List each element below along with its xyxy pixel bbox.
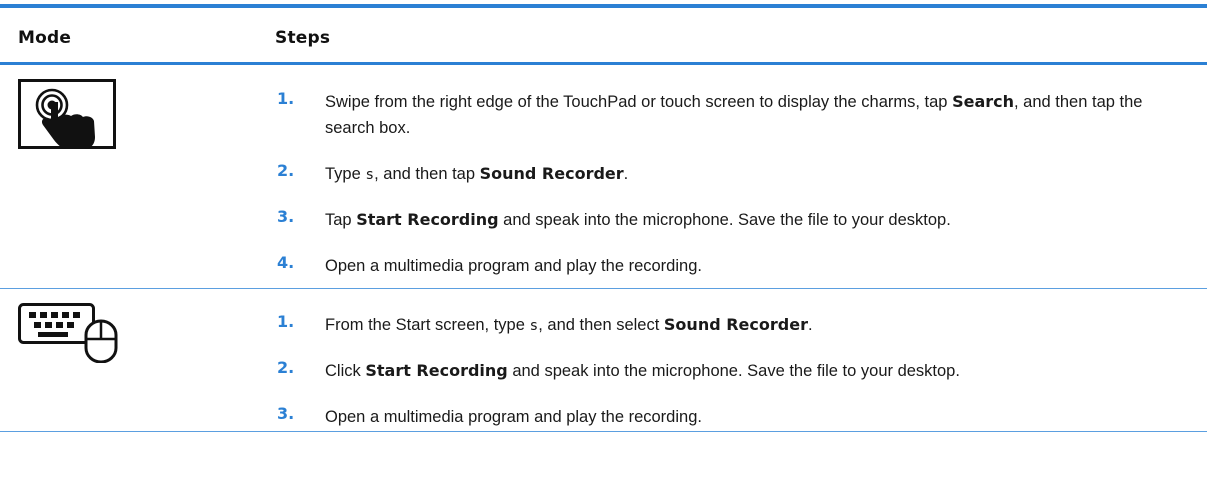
step-number: 3. — [277, 404, 295, 423]
step-item: 4. Open a multimedia program and play th… — [277, 253, 1177, 279]
step-text-part: . — [807, 316, 813, 334]
step-text: Click Start Recording and speak into the… — [325, 358, 1165, 384]
step-number: 2. — [277, 358, 295, 377]
keyboard-mouse-icon — [18, 303, 122, 367]
step-code-term: s — [529, 318, 539, 334]
step-text-part: From the Start screen, type — [325, 316, 530, 334]
step-text: Swipe from the right edge of the TouchPa… — [325, 89, 1165, 141]
row-divider — [0, 431, 1207, 432]
step-text-part: Open a multimedia program and play the r… — [325, 408, 702, 426]
step-number: 3. — [277, 207, 295, 226]
step-bold-term: Start Recording — [365, 361, 508, 380]
step-text-part: , and then tap — [374, 165, 480, 183]
table-row-touch: 1. Swipe from the right edge of the Touc… — [0, 65, 1207, 288]
touch-tap-icon — [18, 79, 116, 153]
step-text-part: and speak into the microphone. Save the … — [498, 211, 951, 229]
step-bold-term: Sound Recorder — [663, 315, 808, 334]
step-text: Tap Start Recording and speak into the m… — [325, 207, 1165, 233]
header-mode: Mode — [18, 28, 72, 48]
table-row-keyboard-mouse: 1. From the Start screen, type s, and th… — [0, 289, 1207, 431]
step-number: 2. — [277, 161, 295, 180]
step-bold-term: Start Recording — [356, 210, 499, 229]
step-text: From the Start screen, type s, and then … — [325, 312, 1165, 339]
step-code-term: s — [365, 167, 375, 183]
step-number: 1. — [277, 312, 295, 331]
step-text-part: Click — [325, 362, 366, 380]
step-text: Open a multimedia program and play the r… — [325, 404, 1165, 430]
step-text: Type s, and then tap Sound Recorder. — [325, 161, 1165, 188]
table-header-row: Mode Steps — [0, 8, 1207, 62]
step-item: 2. Type s, and then tap Sound Recorder. — [277, 161, 1177, 187]
step-item: 1. From the Start screen, type s, and th… — [277, 312, 1177, 338]
step-number: 4. — [277, 253, 295, 272]
step-text-part: Swipe from the right edge of the TouchPa… — [325, 93, 953, 111]
step-text-part: , and then select — [538, 316, 664, 334]
step-item: 2. Click Start Recording and speak into … — [277, 358, 1177, 384]
step-text-part: . — [623, 165, 629, 183]
step-text: Open a multimedia program and play the r… — [325, 253, 1165, 279]
step-bold-term: Search — [952, 92, 1014, 111]
step-number: 1. — [277, 89, 295, 108]
step-item: 1. Swipe from the right edge of the Touc… — [277, 89, 1177, 141]
step-item: 3. Open a multimedia program and play th… — [277, 404, 1177, 430]
step-text-part: Tap — [325, 211, 357, 229]
step-text-part: and speak into the microphone. Save the … — [507, 362, 960, 380]
step-text-part: Type — [325, 165, 366, 183]
step-item: 3. Tap Start Recording and speak into th… — [277, 207, 1177, 233]
step-text-part: Open a multimedia program and play the r… — [325, 257, 702, 275]
step-bold-term: Sound Recorder — [479, 164, 624, 183]
header-steps: Steps — [275, 28, 331, 48]
